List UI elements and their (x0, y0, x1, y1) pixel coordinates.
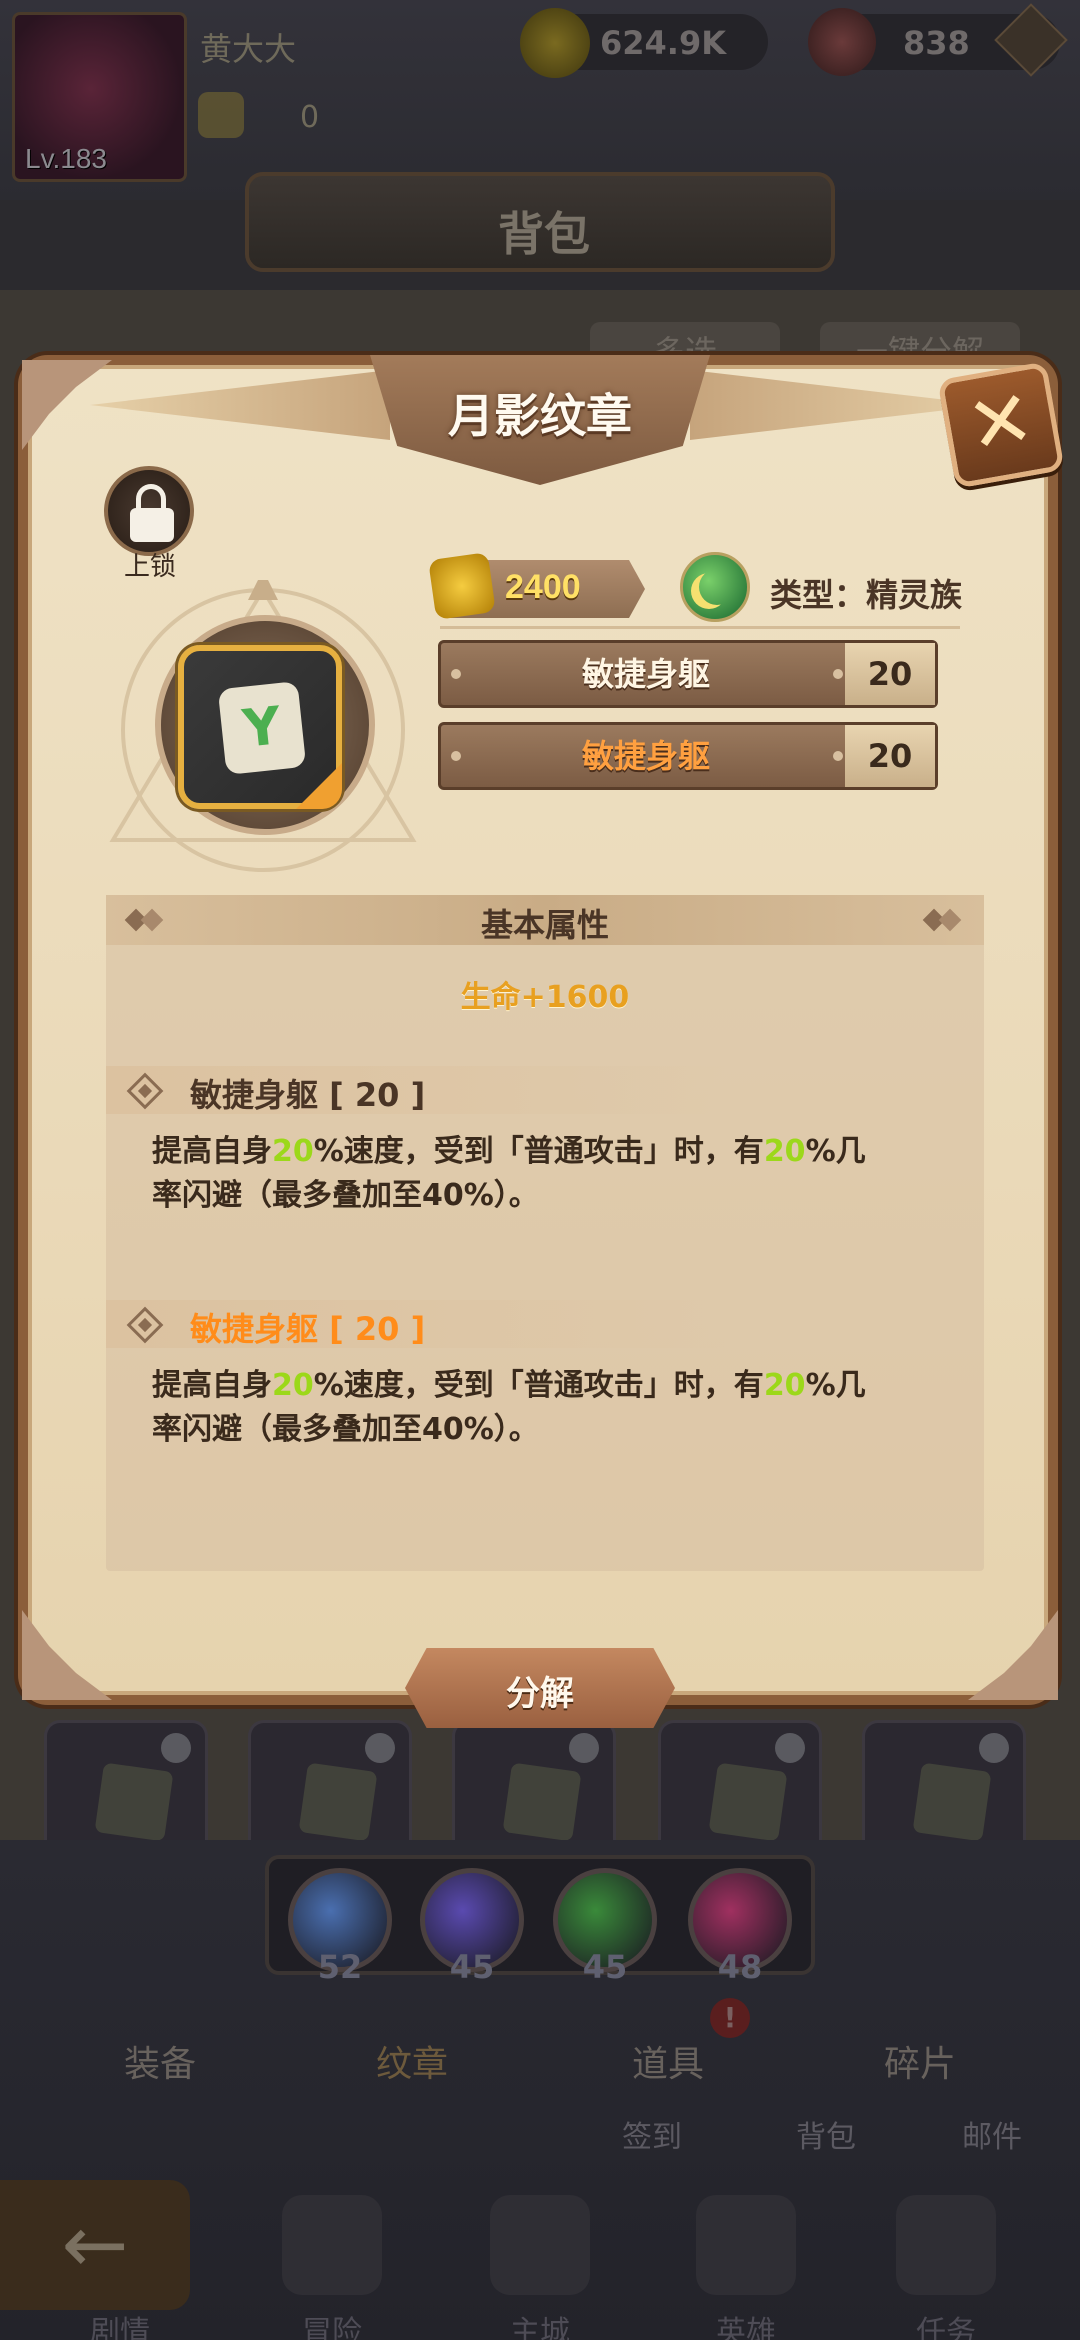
alert-badge: ! (710, 1998, 750, 2038)
tab-label: 装备 (123, 2044, 196, 2085)
fist-icon (428, 552, 496, 620)
emblem-slot[interactable] (44, 1720, 208, 1842)
tab-fragments[interactable]: 碎片 (800, 2010, 1040, 2120)
race-count: 45 (449, 1948, 495, 1986)
emblem-icon (912, 1762, 992, 1842)
nav-label: 英雄 (716, 2315, 776, 2340)
nav-tasks[interactable]: 任务 (876, 2195, 1016, 2340)
emblem-slot[interactable] (248, 1720, 412, 1842)
coin-value: 624.9K (600, 24, 727, 62)
bag-title: 背包 (498, 207, 590, 261)
lock-icon (569, 1733, 599, 1763)
emblem-slot-row (0, 1720, 1080, 1842)
player-avatar[interactable]: Lv.183 (12, 12, 187, 182)
gem-icon (808, 8, 876, 76)
emblem-icon (94, 1762, 174, 1842)
modal-title: 月影纹章 (448, 389, 632, 443)
emblem-icon (708, 1762, 788, 1842)
lock-label: 上锁 (123, 552, 176, 582)
nav-label: 任务 (916, 2315, 976, 2340)
nav-label: 主城 (510, 2315, 570, 2340)
divider (440, 626, 960, 629)
cost-value: 2400 (505, 568, 581, 606)
bag-header: 背包 (245, 172, 835, 272)
race-type-label: 类型：精灵族 (770, 576, 963, 614)
tab-emblem[interactable]: 纹章 (292, 2010, 532, 2120)
stamina-value: 0 (300, 100, 320, 135)
player-level: Lv.183 (25, 143, 107, 174)
tab-label: 碎片 (883, 2044, 956, 2085)
effect-title: 敏捷身躯 [ 20 ] (190, 1076, 426, 1114)
effect-description: 提高自身20%速度，受到「普通攻击」时，有20%几 率闪避（最多叠加至40%）。 (152, 1368, 866, 1447)
helmet-icon (696, 2195, 796, 2295)
basic-attribute-title: 基本属性 (480, 906, 609, 944)
castle-icon (490, 2195, 590, 2295)
player-name: 黄大大 (200, 30, 297, 68)
skill-value: 20 (845, 725, 935, 787)
skill-value: 20 (845, 643, 935, 705)
stamina-icon (198, 92, 244, 138)
lock-icon (161, 1733, 191, 1763)
nav-heroes[interactable]: 英雄 (676, 2195, 816, 2340)
tab-label: 道具 (631, 2044, 704, 2085)
emblem-slot[interactable] (862, 1720, 1026, 1842)
decompose-label: 分解 (506, 1674, 574, 1714)
skill-name: 敏捷身躯 (581, 737, 710, 775)
race-count: 45 (582, 1948, 628, 1986)
lock-icon (365, 1733, 395, 1763)
signin-label[interactable]: 签到 (622, 2112, 682, 2156)
rarity-tag (296, 763, 342, 809)
tab-equipment[interactable]: 装备 (40, 2010, 280, 2120)
nav-adventure[interactable]: 冒险 (262, 2195, 402, 2340)
nav-story[interactable]: 剧情 (50, 2195, 190, 2340)
mail-label[interactable]: 邮件 (962, 2112, 1022, 2156)
lock-icon (979, 1733, 1009, 1763)
tab-label: 纹章 (375, 2044, 448, 2085)
effect-title: 敏捷身躯 [ 20 ] (190, 1310, 426, 1348)
moon-icon (680, 552, 750, 622)
lock-icon (775, 1733, 805, 1763)
close-button[interactable]: ✕ (937, 361, 1065, 489)
race-count: 48 (717, 1948, 763, 1986)
emblem-icon (502, 1762, 582, 1842)
gem-value: 838 (903, 24, 970, 62)
race-count: 52 (317, 1948, 363, 1986)
adventure-icon (282, 2195, 382, 2295)
nav-label: 剧情 (90, 2315, 150, 2340)
emblem-slot[interactable] (452, 1720, 616, 1842)
skill-name: 敏捷身躯 (581, 655, 710, 693)
coin-icon (520, 8, 590, 78)
skill-bar: 敏捷身躯 20 (438, 640, 938, 708)
emblem-icon (298, 1762, 378, 1842)
skill-bar: 敏捷身躯 20 (438, 722, 938, 790)
emblem-item: Y (178, 645, 342, 809)
lock-button[interactable] (104, 466, 194, 556)
life-stat: 生命+1600 (460, 980, 630, 1015)
tab-items[interactable]: 道具 (548, 2010, 788, 2120)
leaf-rune-icon: Y (217, 681, 307, 775)
nav-main-city[interactable]: 主城 (470, 2195, 610, 2340)
close-icon: ✕ (960, 373, 1041, 474)
scroll-icon (896, 2195, 996, 2295)
bag-label[interactable]: 背包 (796, 2112, 856, 2156)
emblem-slot[interactable] (658, 1720, 822, 1842)
nav-label: 冒险 (302, 2315, 362, 2340)
effect-description: 提高自身20%速度，受到「普通攻击」时，有20%几 率闪避（最多叠加至40%）。 (152, 1134, 866, 1213)
